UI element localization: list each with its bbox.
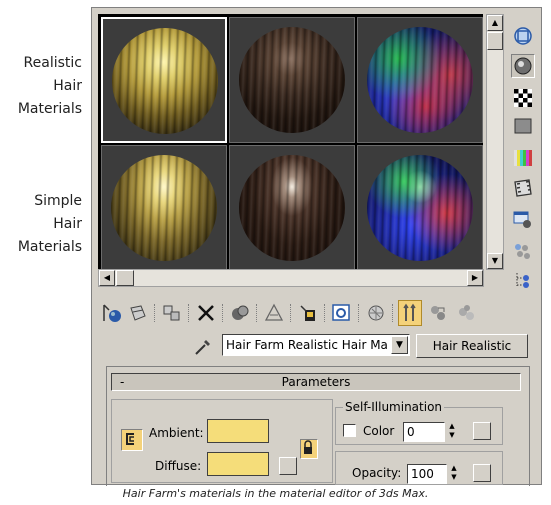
figure-caption: Hair Farm's materials in the material ed… [122, 487, 429, 500]
scroll-left-button[interactable]: ◀ [99, 270, 115, 286]
toolbar-separator [290, 304, 291, 322]
material-name-dropdown[interactable]: Hair Farm Realistic Hair Ma ▼ [222, 334, 410, 356]
eyedropper-icon[interactable] [192, 336, 214, 358]
lock-ambient-diffuse-toggle[interactable] [121, 429, 143, 451]
sample-type-icon[interactable] [511, 24, 535, 48]
sample-slot[interactable] [357, 145, 483, 271]
scroll-thumb[interactable] [487, 32, 503, 50]
sample-slot[interactable] [101, 17, 227, 143]
make-preview-icon[interactable] [511, 176, 535, 200]
material-sphere-brown-realistic [239, 27, 345, 133]
lock-icon[interactable] [300, 439, 318, 459]
material-sphere-brown-simple [239, 155, 345, 261]
sample-slot[interactable] [357, 17, 483, 143]
show-map-in-viewport-icon[interactable] [330, 300, 354, 326]
ambient-label: Ambient: [149, 426, 204, 440]
material-sphere-rgb-simple [367, 155, 473, 261]
material-name-row: Hair Farm Realistic Hair Ma ▼ Hair Reali… [192, 334, 532, 358]
label-line: Materials [17, 101, 82, 117]
rollout-title: Parameters [281, 375, 351, 389]
scroll-thumb[interactable] [116, 270, 134, 286]
put-to-library-icon[interactable] [262, 300, 286, 326]
assign-to-selection-icon[interactable] [160, 300, 184, 326]
backlight-icon[interactable] [511, 54, 535, 78]
material-type-icon[interactable] [454, 300, 478, 326]
reset-map-icon[interactable] [194, 300, 218, 326]
opacity-label: Opacity: [352, 466, 402, 480]
label-line: Materials [17, 239, 82, 255]
toolbar-separator [222, 304, 223, 322]
material-sphere-gold-realistic [112, 28, 218, 134]
toolbar-separator [154, 304, 155, 322]
label-line: Hair [53, 78, 82, 94]
toolbar-separator [256, 304, 257, 322]
material-editor: ▲ ▼ ◀ ▶ Hair Farm Realistic Hair Ma ▼ Ha… [91, 7, 542, 486]
opacity-spinner-arrows[interactable]: ▲ ▼ [448, 464, 460, 484]
scroll-down-button[interactable]: ▼ [487, 253, 503, 269]
put-to-scene-icon[interactable] [126, 300, 150, 326]
color-checkbox[interactable] [343, 424, 356, 437]
make-unique-icon[interactable] [228, 300, 252, 326]
ambient-color-swatch[interactable] [207, 419, 269, 443]
label-line: Realistic [23, 55, 82, 71]
material-toolbar [100, 300, 530, 328]
self-illum-spinner-arrows[interactable]: ▲ ▼ [446, 422, 458, 442]
show-end-result-icon[interactable] [364, 300, 388, 326]
go-forward-to-sibling-icon[interactable] [426, 300, 450, 326]
material-map-navigator-icon[interactable] [511, 268, 535, 292]
material-sphere-rgb-realistic [367, 27, 473, 133]
material-effects-channel-icon[interactable] [296, 300, 320, 326]
self-illum-map-button[interactable] [473, 422, 491, 440]
toolbar-separator [392, 304, 393, 322]
parameters-rollout: - Parameters Ambient: Diffuse: Self-Illu… [106, 366, 530, 486]
material-sphere-gold-simple [111, 155, 217, 261]
options-icon[interactable] [511, 208, 535, 232]
checker-background-icon[interactable] [511, 86, 535, 110]
realistic-hair-materials-label: Realistic Hair Materials [18, 52, 82, 121]
toolbar-separator [324, 304, 325, 322]
chevron-down-icon[interactable]: ▼ [391, 336, 408, 354]
self-illumination-title: Self-Illumination [343, 400, 445, 414]
opacity-map-button[interactable] [473, 464, 491, 482]
sample-slot[interactable] [229, 17, 355, 143]
toolbar-separator [358, 304, 359, 322]
material-name-value: Hair Farm Realistic Hair Ma [226, 338, 388, 352]
simple-hair-materials-label: Simple Hair Materials [18, 190, 82, 259]
sample-slots-grid [98, 14, 483, 271]
scroll-up-button[interactable]: ▲ [487, 15, 503, 31]
diffuse-color-swatch[interactable] [207, 452, 269, 476]
vertical-scrollbar[interactable]: ▲ ▼ [486, 14, 504, 270]
color-label: Color [363, 424, 395, 438]
label-line: Simple [34, 193, 82, 209]
label-line: Hair [53, 216, 82, 232]
sample-slot[interactable] [101, 145, 227, 271]
toolbar-separator [188, 304, 189, 322]
diffuse-label: Diffuse: [155, 459, 202, 473]
horizontal-scrollbar[interactable]: ◀ ▶ [98, 269, 484, 287]
sample-slot[interactable] [229, 145, 355, 271]
self-illum-color-field[interactable]: 0 [403, 422, 445, 442]
go-to-parent-icon[interactable] [398, 300, 422, 326]
get-material-icon[interactable] [100, 300, 124, 326]
select-by-material-icon[interactable] [511, 240, 535, 264]
scroll-right-button[interactable]: ▶ [467, 270, 483, 286]
material-type-button[interactable]: Hair Realistic [416, 334, 528, 358]
sample-uv-tiling-icon[interactable] [511, 114, 535, 138]
opacity-field[interactable]: 100 [407, 464, 447, 484]
video-color-check-icon[interactable] [511, 146, 535, 170]
diffuse-map-button[interactable] [279, 457, 297, 475]
rollout-header[interactable]: - Parameters [111, 373, 521, 391]
